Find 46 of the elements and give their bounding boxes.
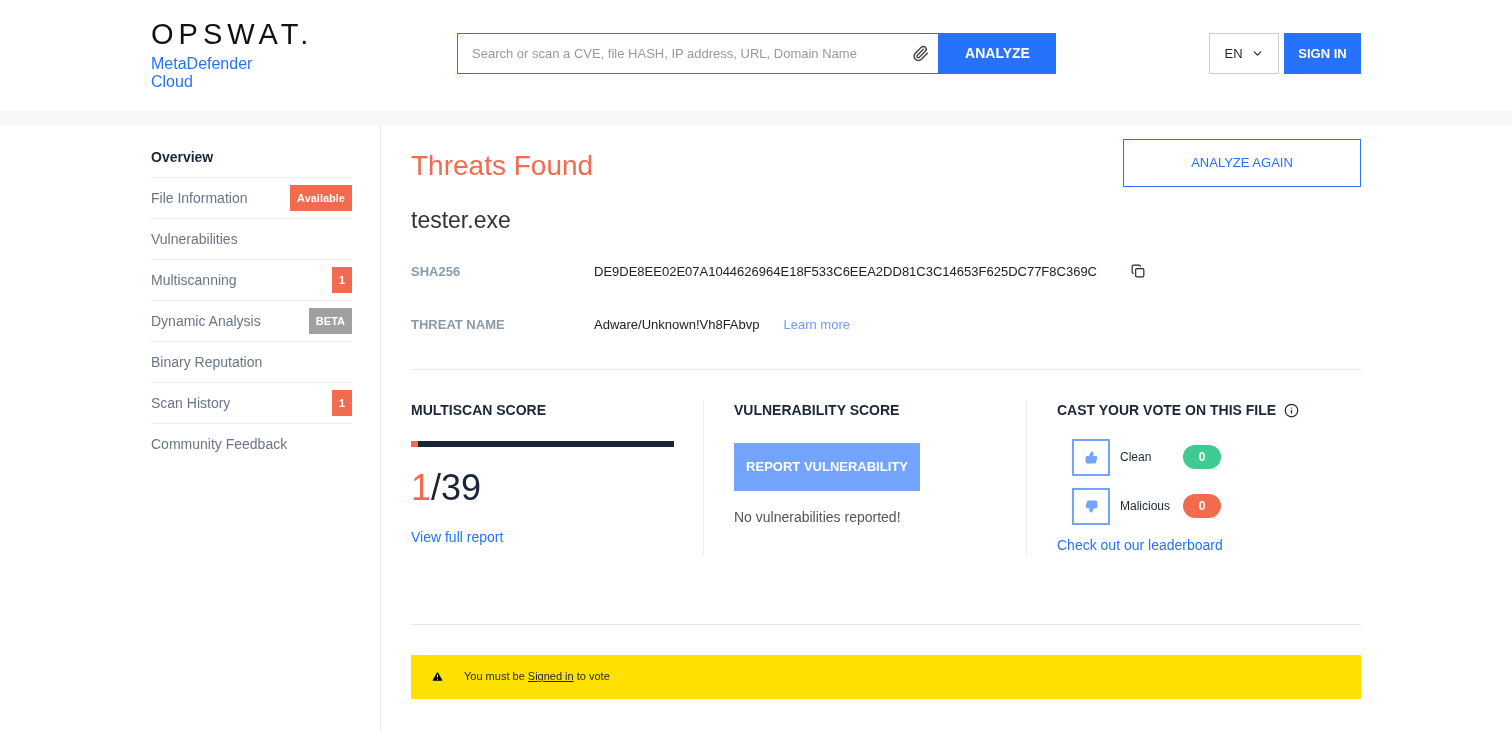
score-value: 1/39	[411, 465, 483, 510]
section-title: MULTISCAN SCORE	[411, 400, 548, 420]
logo[interactable]: OPSWAT.	[151, 18, 457, 50]
report-vulnerability-button[interactable]: REPORT VULNERABILITY	[734, 442, 920, 491]
language-dropdown[interactable]: EN	[1209, 33, 1279, 74]
file-name: tester.exe	[411, 206, 512, 235]
sidebar-item[interactable]: Overview	[151, 137, 352, 178]
count-badge: Available	[290, 185, 352, 211]
detail-value: Adware/Unknown!Vh8FAbvp	[594, 316, 760, 334]
vote-count: 0	[1183, 445, 1221, 469]
vulnerability-message: No vulnerabilities reported!	[734, 507, 902, 527]
search-field[interactable]: Search or scan a CVE, file HASH, IP address, URL, Domain Name	[457, 33, 939, 74]
detail-label: THREAT NAME	[411, 316, 506, 334]
count-badge: BETA	[308, 308, 352, 334]
sidebar-item[interactable]: Vulnerabilities	[151, 219, 352, 260]
sidebar-item[interactable]: File Information Available	[151, 178, 352, 219]
section-title: VULNERABILITY SCORE	[734, 400, 901, 420]
vote-label: Clean	[1120, 449, 1153, 466]
sidebar-item[interactable]: Binary Reputation	[151, 342, 352, 383]
count-badge: 1	[331, 390, 352, 416]
section-title: CAST YOUR VOTE ON THIS FILE	[1057, 400, 1277, 420]
info-icon[interactable]	[1284, 402, 1300, 418]
vote-count: 0	[1183, 494, 1221, 518]
view-report-link[interactable]: View full report	[411, 526, 673, 548]
paperclip-icon[interactable]	[912, 45, 929, 62]
vote-label: Malicious	[1120, 498, 1171, 515]
copy-icon[interactable]	[1131, 264, 1145, 279]
detail-value: DE9DE8EE02E07A1044626964E18F533C6EEA2DD81C3C14653F625DC77F8C369C	[594, 262, 1097, 281]
detail-label: SHA256	[411, 262, 462, 281]
learn-more-link[interactable]: Learn more	[783, 315, 850, 335]
thumbs-up-icon	[1084, 450, 1098, 464]
signed-in-link[interactable]: Signed in	[527, 670, 574, 683]
status-title: Threats Found	[411, 149, 594, 183]
warning-icon	[431, 670, 444, 683]
sidebar-item[interactable]: Multiscanning 1	[151, 260, 352, 301]
analyze-again-button[interactable]: ANALYZE AGAIN	[1123, 139, 1361, 187]
sidebar-item[interactable]: Community Feedback	[151, 424, 352, 465]
product-name: MetaDefender Cloud	[151, 55, 254, 91]
sidebar-item[interactable]: Dynamic Analysis BETA	[151, 301, 352, 342]
sidebar-item[interactable]: Scan History 1	[151, 383, 352, 424]
leaderboard-link[interactable]: Check out our leaderboard	[1057, 534, 1300, 556]
notice-text: You must be Signed in to vote	[464, 669, 610, 685]
thumbs-down-icon	[1084, 499, 1098, 513]
sign-in-button[interactable]: SIGN IN	[1284, 33, 1361, 74]
analyze-button[interactable]: ANALYZE	[939, 33, 1056, 74]
count-badge: 1	[331, 267, 352, 293]
